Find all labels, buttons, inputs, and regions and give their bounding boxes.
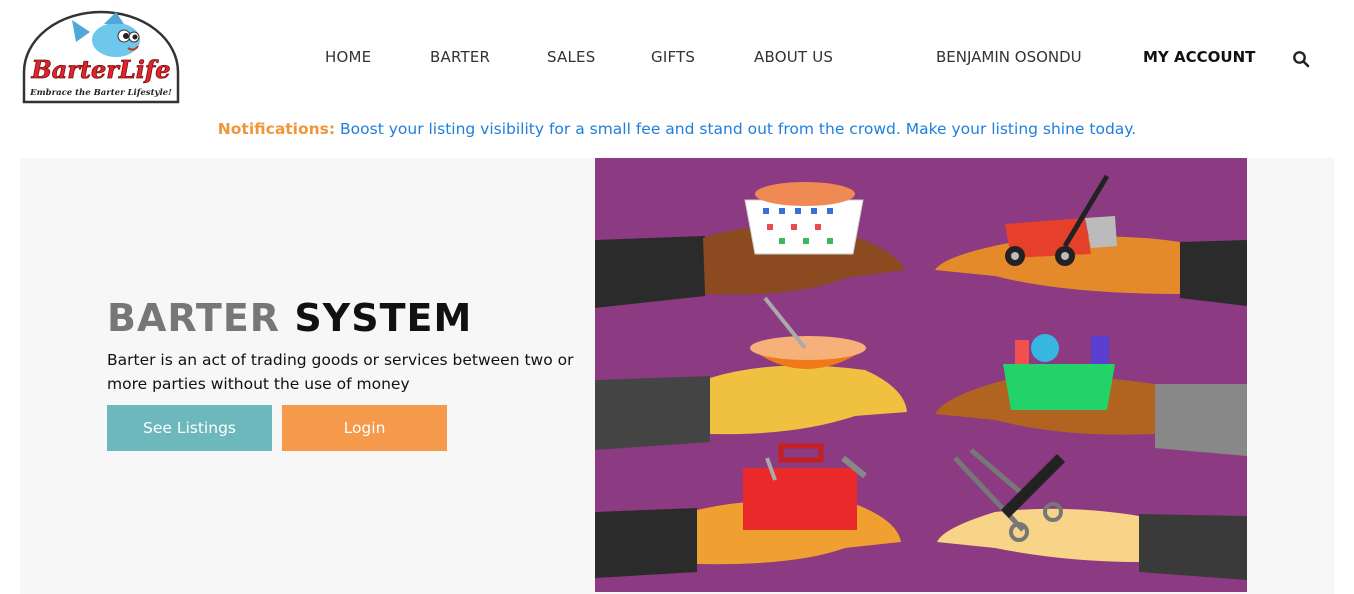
svg-text:BarterLife: BarterLife [30, 55, 170, 84]
svg-text:Embrace the Barter Lifestyle!: Embrace the Barter Lifestyle! [29, 88, 172, 98]
nav-about-us[interactable]: ABOUT US [754, 48, 833, 66]
nav-home[interactable]: HOME [325, 48, 371, 66]
user-name-link[interactable]: BENJAMIN OSONDU [936, 48, 1082, 66]
barterlife-logo[interactable]: BarterLife Embrace the Barter Lifestyle! [20, 10, 182, 106]
hero-title: BARTER SYSTEM [107, 296, 472, 340]
login-button[interactable]: Login [282, 405, 447, 451]
notification-label: Notifications: [217, 120, 336, 138]
nav-barter[interactable]: BARTER [430, 48, 490, 66]
nav-gifts[interactable]: GIFTS [651, 48, 695, 66]
hero-title-system: SYSTEM [294, 296, 473, 340]
see-listings-button[interactable]: See Listings [107, 405, 272, 451]
notification-bar: Notifications: Boost your listing visibi… [0, 120, 1354, 138]
site-header: BarterLife Embrace the Barter Lifestyle!… [0, 0, 1354, 112]
hero-title-barter: BARTER [107, 296, 281, 340]
hands-trading-illustration [595, 158, 1247, 592]
my-account-link[interactable]: MY ACCOUNT [1143, 48, 1255, 66]
hero-description: Barter is an act of trading goods or ser… [107, 351, 574, 393]
notification-message[interactable]: Boost your listing visibility for a smal… [340, 120, 1136, 138]
search-icon[interactable] [1292, 50, 1310, 68]
hero-section: BARTER SYSTEM Barter is an act of tradin… [20, 158, 1334, 594]
nav-sales[interactable]: SALES [547, 48, 595, 66]
